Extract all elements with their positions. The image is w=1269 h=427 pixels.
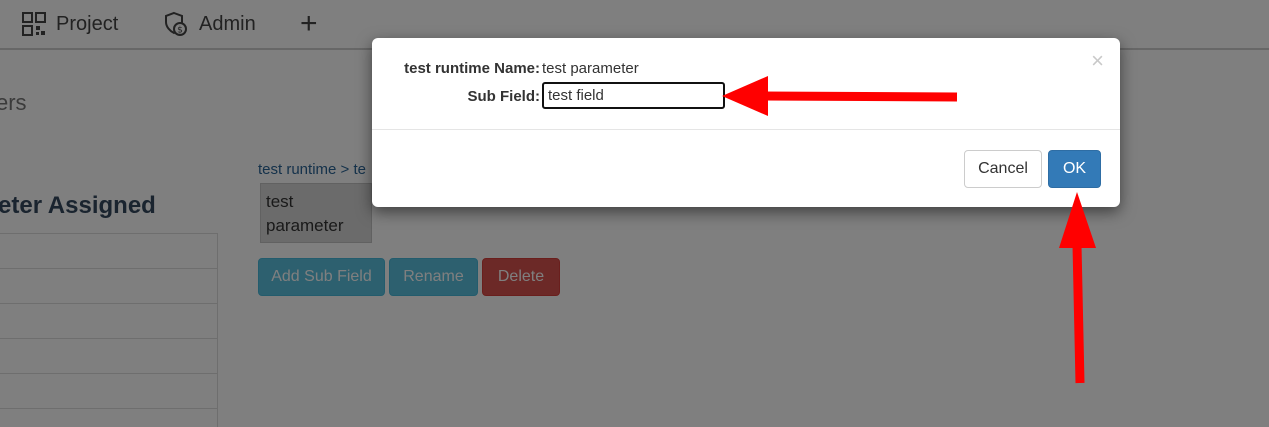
modal-body: × test runtime Name: test parameter Sub … [372,38,1120,130]
sub-field-label: Sub Field: [467,88,541,105]
sub-field-dialog: × test runtime Name: test parameter Sub … [372,38,1120,207]
name-value: test parameter [542,60,639,77]
modal-footer: Cancel OK [372,131,1120,207]
name-label: test runtime Name: [404,60,540,77]
ok-button[interactable]: OK [1048,150,1101,188]
cancel-button[interactable]: Cancel [964,150,1042,188]
close-icon[interactable]: × [1091,50,1104,72]
sub-field-input[interactable] [542,82,725,109]
